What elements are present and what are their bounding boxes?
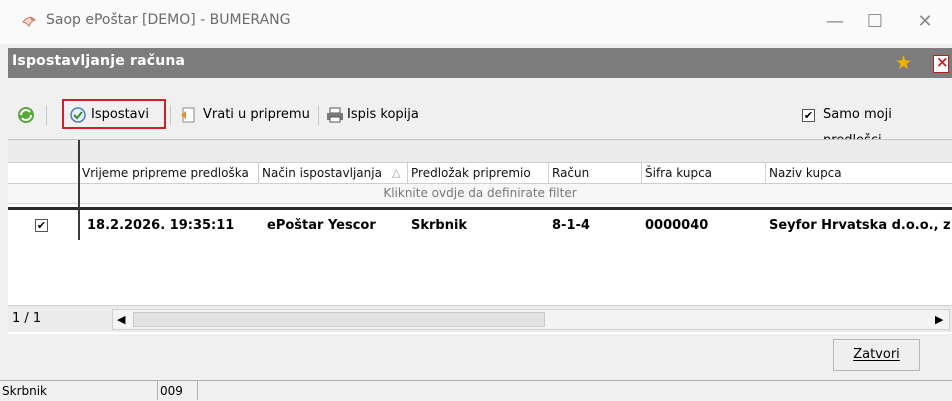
statusbar: Skrbnik 009 xyxy=(0,380,952,400)
scrollbar-thumb[interactable] xyxy=(133,312,545,327)
row-separator xyxy=(8,207,952,210)
refresh-icon[interactable] xyxy=(16,105,36,125)
close-button-label: Zatvori xyxy=(853,347,900,362)
grid-footer: 1 / 1 ◀ ▶ xyxy=(8,305,952,332)
cell-invoice: 8-1-4 xyxy=(552,218,590,233)
column-header-invoice[interactable]: Račun xyxy=(549,163,642,183)
print-copies-button[interactable]: Ispis kopija xyxy=(347,102,419,128)
column-header-method-label: Način ispostavljanja xyxy=(262,166,382,180)
page-indicator: 1 / 1 xyxy=(12,311,42,326)
issue-icon xyxy=(70,107,86,123)
row-select-checkbox[interactable]: ✔ xyxy=(35,219,48,232)
only-mine-label[interactable]: Samo moji predlošci xyxy=(823,102,952,148)
toolbar-separator xyxy=(170,105,171,125)
cell-customer-name: Seyfor Hrvatska d.o.o., z xyxy=(769,218,951,233)
column-header-method[interactable]: Način ispostavljanja xyxy=(259,163,408,183)
filter-row[interactable]: Kliknite ovdje da definirate filter xyxy=(8,184,952,204)
column-header-row: Vrijeme pripreme predloška Način isposta… xyxy=(8,163,952,184)
status-empty xyxy=(198,380,952,400)
only-mine-checkbox[interactable]: ✔ xyxy=(802,109,815,122)
return-to-draft-icon xyxy=(181,107,195,123)
cell-method: ePoštar Yescor xyxy=(267,218,376,233)
horizontal-scrollbar[interactable]: ◀ ▶ xyxy=(112,309,950,330)
cell-prepared-by: Skrbnik xyxy=(411,218,468,233)
star-icon[interactable]: ★ xyxy=(895,52,912,74)
status-user: Skrbnik xyxy=(0,380,158,400)
scroll-right-icon[interactable]: ▶ xyxy=(935,310,943,329)
maximize-button[interactable]: ☐ xyxy=(852,8,898,36)
scroll-left-icon[interactable]: ◀ xyxy=(117,310,125,329)
invoice-grid: Vrijeme pripreme predloška Način isposta… xyxy=(8,139,952,334)
printer-icon xyxy=(327,107,343,123)
current-row-indicator xyxy=(78,140,80,240)
toolbar: Ispostavi Vrati u pripremu Ispis kopija … xyxy=(8,99,952,148)
issue-button[interactable]: Ispostavi xyxy=(91,102,149,128)
column-header-customer-name[interactable]: Naziv kupca xyxy=(766,163,952,183)
close-button[interactable]: Zatvori xyxy=(833,339,920,371)
close-document-icon[interactable] xyxy=(933,53,949,73)
column-header-customer-code[interactable]: Šifra kupca xyxy=(642,163,766,183)
toolbar-separator xyxy=(318,105,319,125)
return-to-draft-button[interactable]: Vrati u pripremu xyxy=(203,102,310,128)
form-title: Ispostavljanje računa xyxy=(12,53,186,69)
column-header-prepared-by[interactable]: Predložak pripremio xyxy=(408,163,549,183)
cell-customer-code: 0000040 xyxy=(645,218,709,233)
close-window-button[interactable]: ✕ xyxy=(902,8,948,36)
status-code: 009 xyxy=(158,380,198,400)
column-header-time[interactable]: Vrijeme pripreme predloška xyxy=(79,163,259,183)
window-titlebar: Saop ePoštar [DEMO] - BUMERANG — ☐ ✕ xyxy=(0,0,952,44)
app-logo-icon xyxy=(22,16,36,28)
toolbar-separator xyxy=(46,105,47,125)
table-row[interactable]: ✔ 18.2.2026. 19:35:11 ePoštar Yescor Skr… xyxy=(8,214,952,238)
cell-time: 18.2.2026. 19:35:11 xyxy=(87,218,235,233)
window-title: Saop ePoštar [DEMO] - BUMERANG xyxy=(46,12,291,28)
sort-ascending-icon: △ xyxy=(392,166,401,179)
group-by-row[interactable] xyxy=(8,140,952,163)
form-header: Ispostavljanje računa ★ xyxy=(8,48,952,78)
checkbox-column-header[interactable] xyxy=(8,163,79,183)
